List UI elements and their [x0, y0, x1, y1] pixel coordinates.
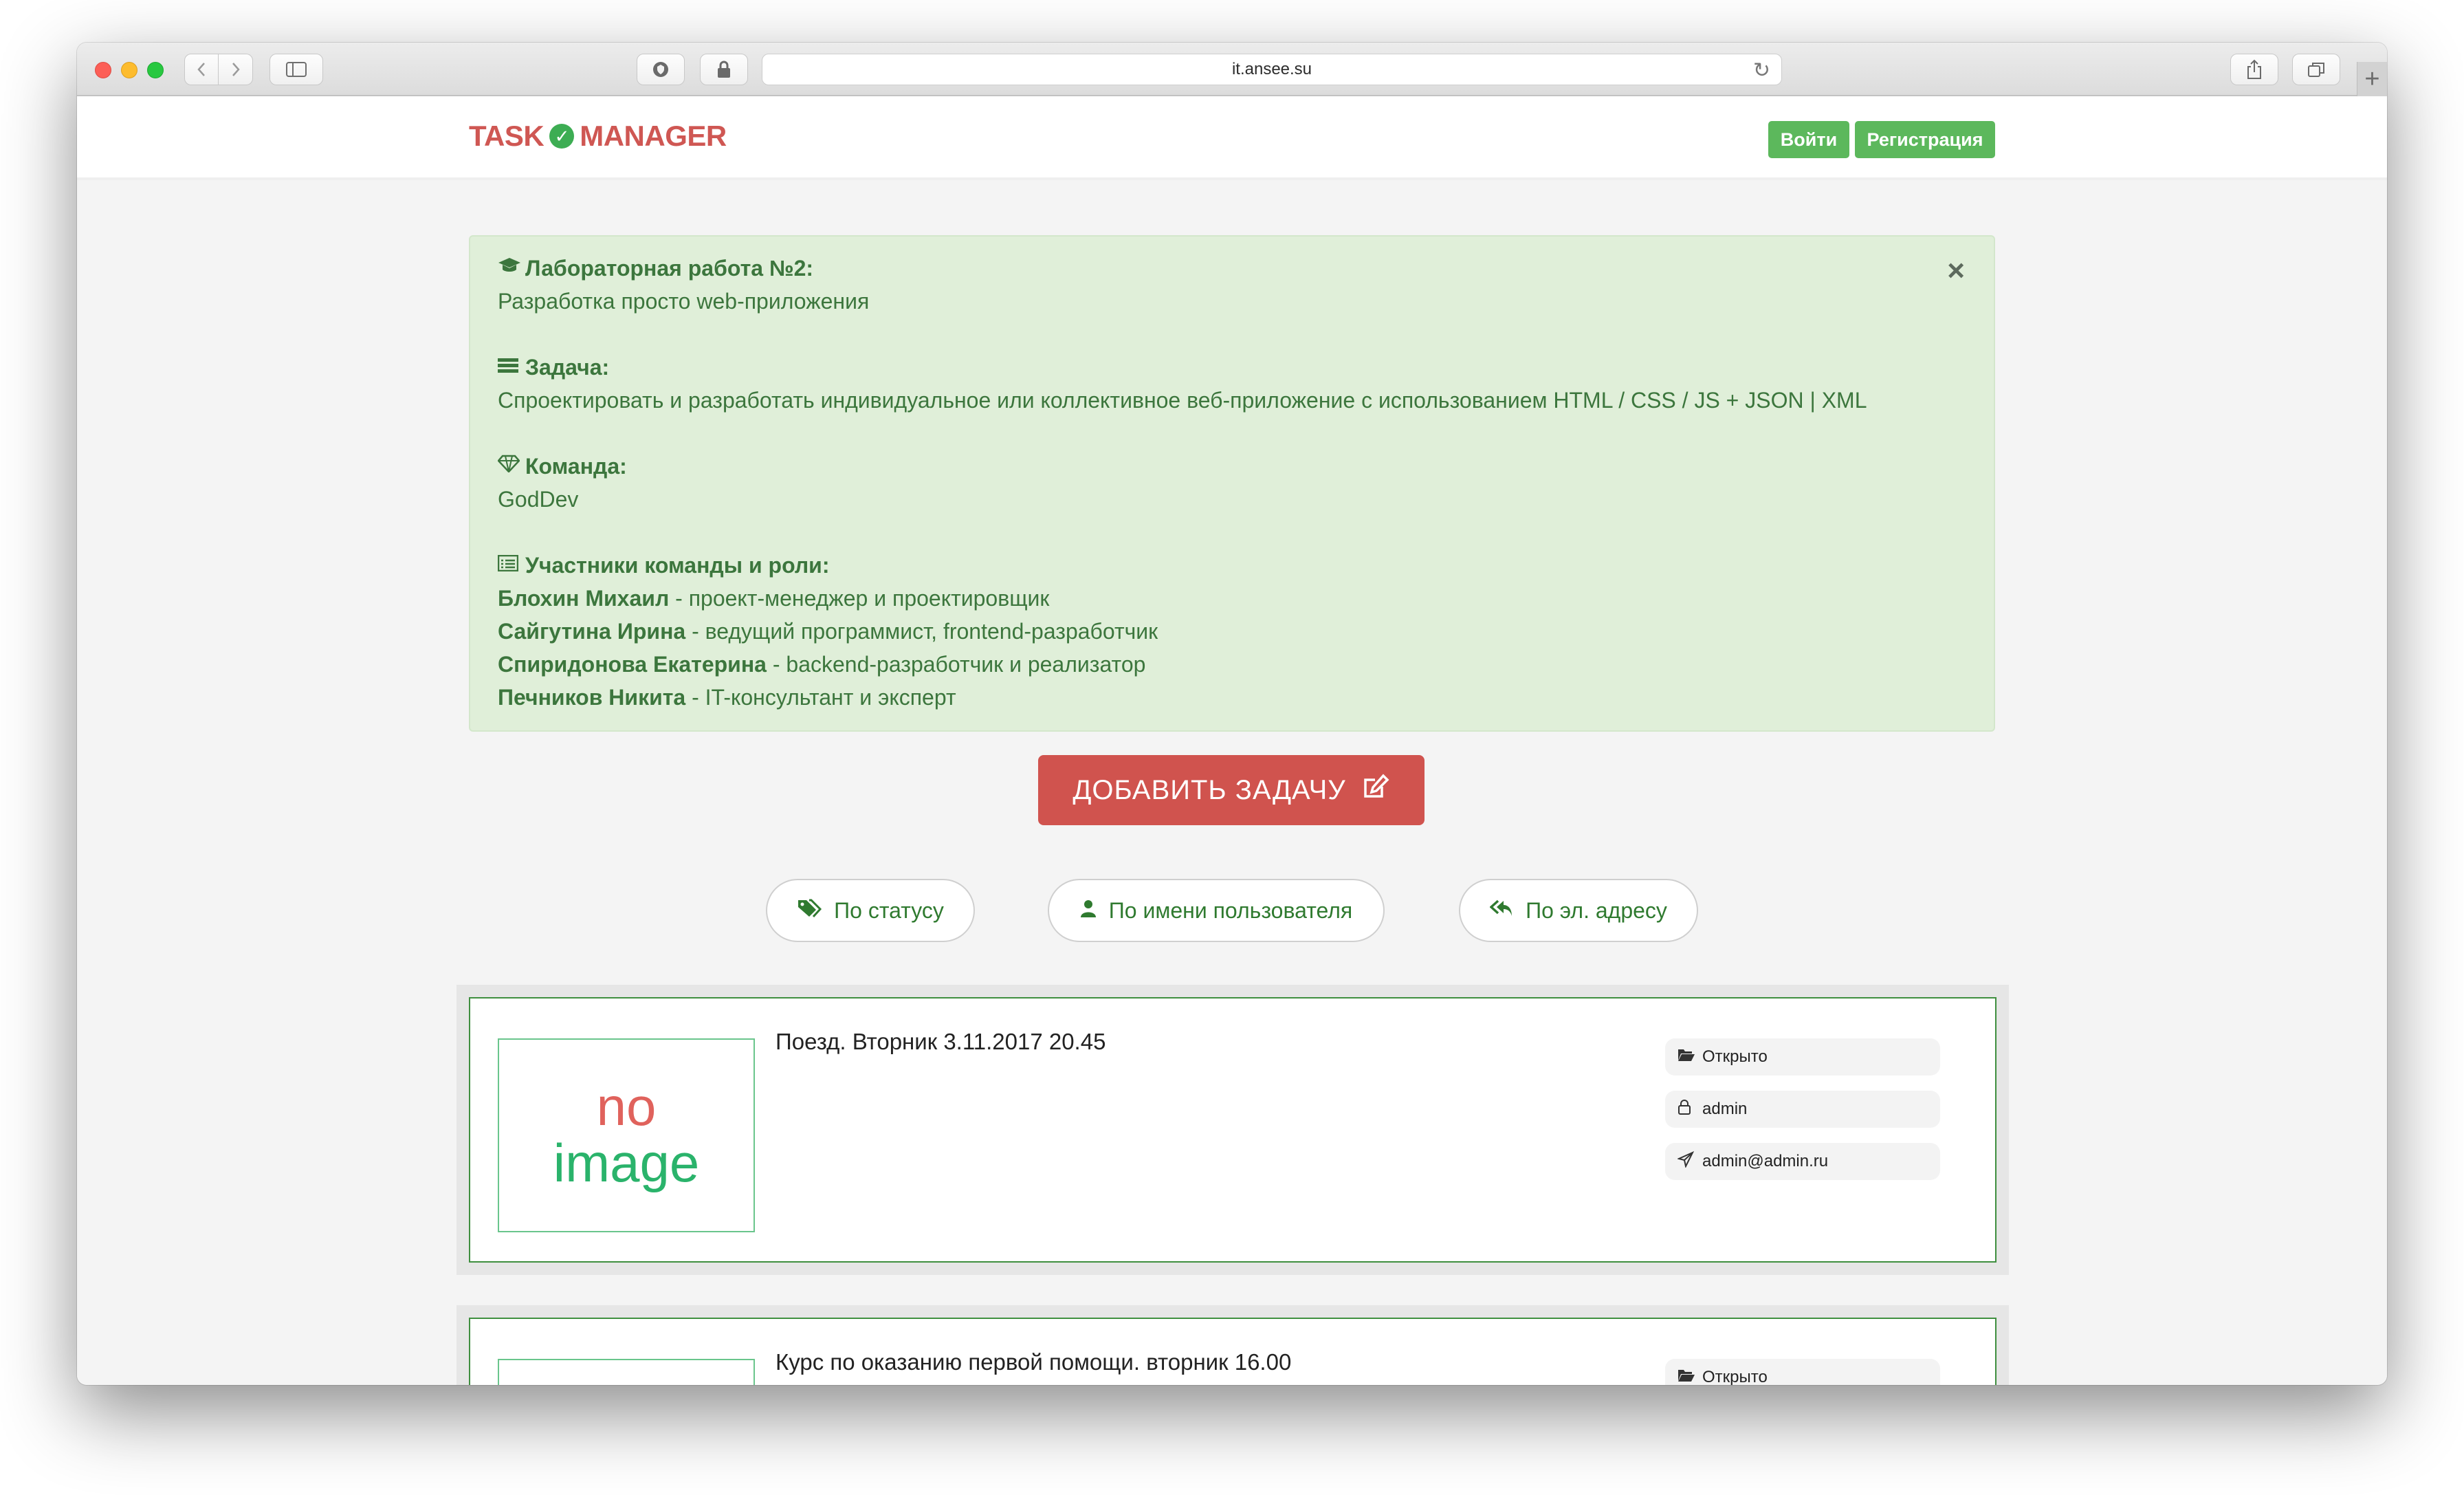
filter-status-label: По статусу: [834, 897, 944, 923]
site-navbar: TASK ✓ MANAGER Войти Регистрация: [77, 96, 2387, 180]
new-tab-button[interactable]: +: [2357, 62, 2387, 96]
privacy-report-button[interactable]: [637, 54, 685, 85]
close-window-button[interactable]: [95, 62, 111, 78]
task-card[interactable]: no image Поезд. Вторник 3.11.2017 20.45 …: [469, 997, 1996, 1263]
zoom-window-button[interactable]: [147, 62, 164, 78]
web-page: TASK ✓ MANAGER Войти Регистрация × Лабор…: [77, 96, 2387, 1385]
status-badge: Открыто: [1665, 1038, 1940, 1076]
diamond-icon: [497, 450, 525, 483]
brand-part1: TASK: [469, 120, 544, 152]
user-badge: admin: [1665, 1091, 1940, 1128]
member-role: - проект-менеджер и проектировщик: [669, 586, 1050, 611]
filter-user-label: По имени пользователя: [1108, 897, 1353, 923]
task-card[interactable]: Курс по оказанию первой помощи. вторник …: [469, 1318, 1996, 1385]
task-title: Курс по оказанию первой помощи. вторник …: [776, 1349, 1292, 1375]
check-circle-icon: ✓: [549, 124, 575, 149]
member-role: - IT-консультант и эксперт: [685, 685, 956, 710]
task-item: no image Поезд. Вторник 3.11.2017 20.45 …: [456, 985, 2009, 1275]
no-image-text-no: no: [596, 1076, 657, 1137]
filter-email-label: По эл. адресу: [1526, 897, 1667, 923]
members-title: Участники команды и роли:: [525, 553, 830, 578]
member-name: Печников Никита: [498, 685, 686, 710]
folder-open-icon: [1678, 1047, 1702, 1067]
info-alert: × Лабораторная работа №2: Разработка про…: [469, 235, 1995, 732]
tags-icon: [797, 898, 822, 924]
reply-all-icon: [1489, 898, 1513, 924]
user-text: admin: [1702, 1100, 1748, 1118]
sidebar-icon: [286, 62, 307, 77]
member-item: Спиридонова Екатерина - backend-разработ…: [498, 648, 1966, 681]
browser-window: it.ansee.su ↻ + TASK ✓ MANAGER Войти Рег…: [77, 43, 2387, 1385]
email-text: admin@admin.ru: [1702, 1152, 1829, 1170]
filter-by-user-button[interactable]: По имени пользователя: [1048, 879, 1385, 942]
login-button[interactable]: Войти: [1768, 121, 1849, 158]
lock-outline-icon: [1678, 1099, 1702, 1120]
members-heading: Участники команды и роли:: [497, 549, 1966, 582]
lock-icon: [718, 61, 730, 78]
member-role: - backend-разработчик и реализатор: [766, 652, 1146, 677]
member-role: - ведущий программист, frontend-разработ…: [685, 619, 1158, 644]
status-text: Открыто: [1702, 1368, 1768, 1385]
privacy-shield-icon: [653, 62, 668, 77]
share-icon: [2247, 59, 2261, 79]
minimize-window-button[interactable]: [121, 62, 138, 78]
member-item: Сайгутина Ирина - ведущий программист, f…: [498, 615, 1966, 648]
task-title: Поезд. Вторник 3.11.2017 20.45: [776, 1029, 1106, 1054]
member-name: Спиридонова Екатерина: [498, 652, 767, 677]
member-name: Сайгутина Ирина: [498, 619, 686, 644]
share-button[interactable]: [2230, 54, 2278, 85]
brand-logo[interactable]: TASK ✓ MANAGER: [469, 120, 727, 153]
filter-by-email-button[interactable]: По эл. адресу: [1459, 879, 1698, 942]
task-image-placeholder: no image: [498, 1038, 755, 1232]
add-task-label: ДОБАВИТЬ ЗАДАЧУ: [1072, 774, 1346, 805]
team-title: Команда:: [525, 454, 627, 479]
paper-plane-icon: [1676, 1150, 1702, 1172]
status-text: Открыто: [1702, 1047, 1768, 1066]
lab-title: Лабораторная работа №2:: [525, 256, 814, 281]
address-bar[interactable]: it.ansee.su ↻: [762, 54, 1782, 85]
browser-toolbar: it.ansee.su ↻ +: [77, 43, 2387, 96]
forward-button[interactable]: [219, 54, 253, 85]
back-button[interactable]: [184, 54, 219, 85]
task-text: Спроектировать и разработать индивидуаль…: [498, 388, 1867, 413]
graduation-cap-icon: [498, 252, 525, 285]
folder-open-icon: [1678, 1368, 1702, 1385]
edit-icon: [1363, 773, 1390, 807]
url-text: it.ansee.su: [1231, 60, 1312, 78]
chevron-left-icon: [197, 63, 205, 76]
register-button[interactable]: Регистрация: [1855, 121, 1995, 158]
plus-icon: +: [2364, 64, 2380, 94]
tabs-icon: [2308, 63, 2324, 77]
tab-overview-button[interactable]: [2292, 54, 2340, 85]
task-item: Курс по оказанию первой помощи. вторник …: [456, 1305, 2009, 1385]
member-item: Печников Никита - IT-консультант и экспе…: [498, 681, 1966, 714]
list-alt-icon: [497, 549, 525, 582]
reload-icon[interactable]: ↻: [1753, 58, 1770, 83]
status-badge: Открыто: [1665, 1359, 1940, 1385]
user-icon: [1080, 898, 1097, 924]
filter-by-status-button[interactable]: По статусу: [766, 879, 975, 942]
lab-heading: Лабораторная работа №2:: [498, 252, 1966, 285]
email-badge: admin@admin.ru: [1665, 1143, 1940, 1180]
lock-button[interactable]: [700, 54, 748, 85]
team-heading: Команда:: [497, 450, 1966, 483]
add-task-button[interactable]: ДОБАВИТЬ ЗАДАЧУ: [1038, 755, 1424, 825]
lab-text: Разработка просто web-приложения: [498, 289, 870, 314]
team-text: GodDev: [498, 487, 579, 512]
member-name: Блохин Михаил: [498, 586, 670, 611]
chevron-right-icon: [232, 63, 240, 76]
task-image-placeholder: [498, 1359, 755, 1385]
tasks-icon: [498, 351, 525, 384]
brand-part2: MANAGER: [580, 120, 727, 152]
close-icon[interactable]: ×: [1947, 254, 1965, 287]
no-image-text-image: image: [553, 1133, 700, 1193]
sidebar-toggle-button[interactable]: [270, 54, 323, 85]
member-item: Блохин Михаил - проект-менеджер и проект…: [498, 582, 1966, 615]
task-heading: Задача:: [498, 351, 1966, 384]
task-title: Задача:: [525, 355, 610, 380]
